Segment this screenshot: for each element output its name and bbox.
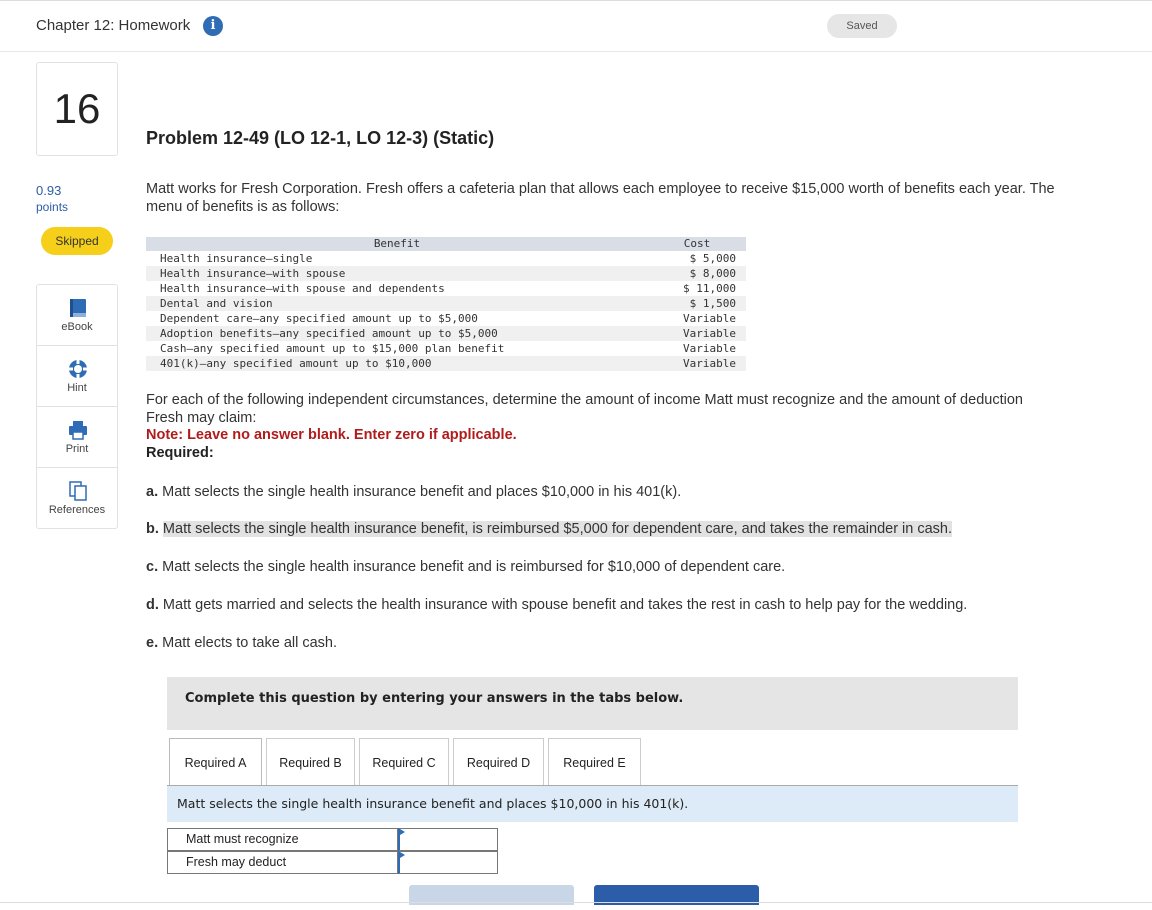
table-row: Health insurance–with spouse $ 8,000 (146, 266, 746, 281)
table-row: Dental and vision $ 1,500 (146, 296, 746, 311)
chapter-title: Chapter 12: Homework (36, 17, 191, 34)
points-label: points (36, 200, 69, 214)
tab-required-d[interactable]: Required D (453, 738, 544, 786)
item-text: Matt selects the single health insurance… (162, 484, 682, 500)
instructions: For each of the following independent ci… (146, 392, 1023, 426)
documents-icon (69, 481, 87, 501)
answer-label-recognize: Matt must recognize (167, 828, 398, 851)
tools-panel: eBook Hint Print References (36, 284, 118, 529)
saved-status: Saved (827, 14, 897, 38)
recognize-input[interactable] (398, 828, 498, 851)
list-item: e. Matt elects to take all cash. (146, 635, 337, 651)
item-letter: a. (146, 484, 159, 500)
top-bar: Chapter 12: Homework i Saved (0, 0, 1152, 52)
item-text: Matt gets married and selects the health… (162, 597, 968, 613)
item-letter: c. (146, 559, 159, 575)
benefits-table: Benefit Cost Health insurance–single $ 5… (146, 237, 746, 371)
required-label: Required: (146, 445, 214, 461)
item-letter: b. (146, 521, 159, 537)
print-label: Print (65, 443, 89, 455)
tab-required-a[interactable]: Required A (169, 738, 262, 786)
tab-required-b[interactable]: Required B (266, 738, 355, 786)
item-letter: d. (146, 597, 159, 613)
cost-cell: $ 5,000 (689, 252, 736, 265)
references-button[interactable]: References (37, 468, 117, 529)
print-button[interactable]: Print (37, 407, 117, 468)
item-text: Matt elects to take all cash. (162, 635, 338, 651)
benefit-cell: Health insurance–with spouse and depende… (160, 282, 445, 295)
question-number: 16 (53, 85, 101, 132)
hint-label: Hint (67, 382, 87, 394)
problem-title: Problem 12-49 (LO 12-1, LO 12-3) (Static… (146, 128, 495, 148)
complete-prompt: Complete this question by entering your … (185, 691, 684, 706)
table-row: Cash–any specified amount up to $15,000 … (146, 341, 746, 356)
ebook-label: eBook (61, 321, 93, 333)
table-row: Health insurance–with spouse and depende… (146, 281, 746, 296)
item-text-highlighted: Matt selects the single health insurance… (162, 521, 953, 537)
question-number-box: 16 (36, 62, 118, 156)
benefit-cell: Health insurance–with spouse (160, 267, 346, 280)
item-text: Matt selects the single health insurance… (162, 559, 786, 575)
ebook-button[interactable]: eBook (37, 285, 117, 346)
bottom-divider (0, 902, 1152, 903)
printer-icon (69, 421, 87, 440)
tab-required-e[interactable]: Required E (548, 738, 641, 786)
list-item: a. Matt selects the single health insura… (146, 484, 681, 500)
cost-cell: Variable (683, 327, 736, 340)
references-label: References (48, 504, 106, 516)
table-row: 401(k)–any specified amount up to $10,00… (146, 356, 746, 371)
table-row: Dependent care–any specified amount up t… (146, 311, 746, 326)
table-row: Health insurance–single $ 5,000 (146, 251, 746, 266)
cost-cell: Variable (683, 312, 736, 325)
note-text: Note: Leave no answer blank. Enter zero … (146, 427, 517, 443)
cost-cell: Variable (683, 357, 736, 370)
table-row: Adoption benefits–any specified amount u… (146, 326, 746, 341)
status-badge: Skipped (41, 227, 113, 255)
benefit-cell: Adoption benefits–any specified amount u… (160, 327, 498, 340)
points-value: 0.93 (36, 183, 62, 198)
benefit-cell: Health insurance–single (160, 252, 313, 265)
benefit-cell: 401(k)–any specified amount up to $10,00… (160, 357, 432, 370)
benefits-table-header: Benefit Cost (146, 237, 746, 251)
lifebuoy-icon (68, 359, 88, 379)
cost-column-header: Cost (683, 237, 711, 250)
list-item: c. Matt selects the single health insura… (146, 559, 785, 575)
info-icon[interactable]: i (203, 16, 223, 36)
answer-label-deduct: Fresh may deduct (167, 851, 398, 874)
list-item: b. Matt selects the single health insura… (146, 521, 953, 537)
list-item: d. Matt gets married and selects the hea… (146, 597, 967, 613)
deduct-input[interactable] (398, 851, 498, 874)
cost-cell: $ 8,000 (689, 267, 736, 280)
cost-cell: $ 11,000 (683, 282, 736, 295)
cost-cell: $ 1,500 (689, 297, 736, 310)
tab-required-c[interactable]: Required C (359, 738, 449, 786)
benefit-column-header: Benefit (373, 237, 421, 250)
tab-description-text: Matt selects the single health insurance… (177, 796, 689, 811)
benefit-cell: Dependent care–any specified amount up t… (160, 312, 478, 325)
benefit-cell: Dental and vision (160, 297, 273, 310)
book-icon (70, 299, 86, 317)
complete-prompt-box: Complete this question by entering your … (167, 677, 1018, 730)
item-letter: e. (146, 635, 159, 651)
tab-description: Matt selects the single health insurance… (167, 786, 1018, 822)
benefit-cell: Cash–any specified amount up to $15,000 … (160, 342, 505, 355)
hint-button[interactable]: Hint (37, 346, 117, 407)
problem-intro: Matt works for Fresh Corporation. Fresh … (146, 181, 1055, 215)
cost-cell: Variable (683, 342, 736, 355)
